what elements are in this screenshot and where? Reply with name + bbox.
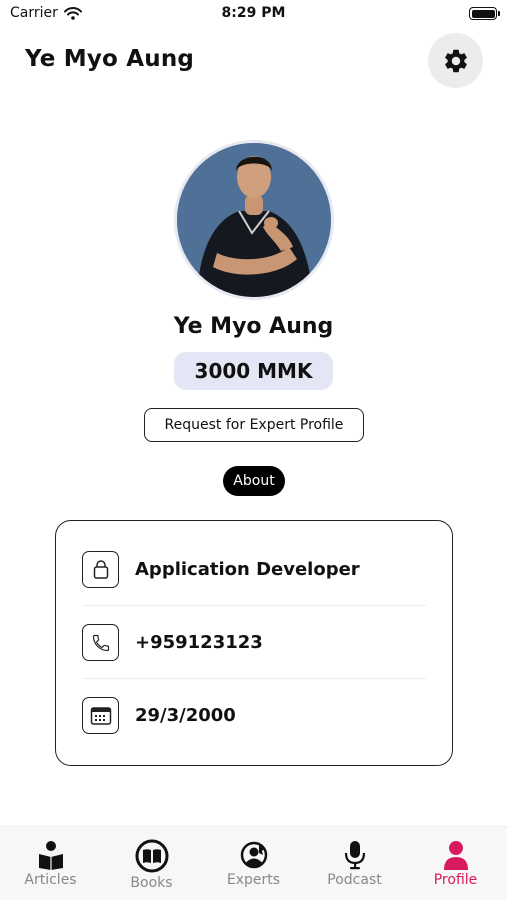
birthday-text: 29/3/2000 — [135, 705, 236, 726]
info-row-occupation: Application Developer — [82, 533, 426, 606]
page-title: Ye Myo Aung — [25, 46, 195, 72]
tab-label: Profile — [433, 872, 478, 888]
briefcase-icon — [82, 551, 119, 588]
about-tab[interactable]: About — [223, 466, 285, 496]
request-expert-profile-button[interactable]: Request for Expert Profile — [144, 408, 364, 442]
occupation-text: Application Developer — [135, 559, 360, 580]
tab-experts[interactable]: Experts — [203, 827, 304, 900]
status-time: 8:29 PM — [221, 5, 286, 21]
tab-profile[interactable]: Profile — [405, 827, 506, 900]
battery-icon — [469, 7, 500, 20]
settings-button[interactable] — [428, 33, 483, 88]
person-icon — [443, 841, 468, 870]
book-icon — [135, 839, 168, 873]
tab-articles[interactable]: Articles — [0, 827, 101, 900]
tab-podcast[interactable]: Podcast — [304, 827, 405, 900]
info-card: Application Developer +959123123 29/3/20… — [55, 520, 453, 766]
balance-badge: 3000 MMK — [174, 352, 333, 390]
info-row-birthday: 29/3/2000 — [82, 679, 426, 752]
reader-icon — [38, 841, 63, 870]
profile-name: Ye Myo Aung — [173, 314, 334, 339]
gear-icon — [444, 49, 467, 72]
microphone-icon — [344, 841, 365, 870]
status-bar: Carrier 8:29 PM — [0, 0, 507, 28]
tab-label: Articles — [24, 872, 77, 888]
tab-label: Experts — [226, 872, 281, 888]
tab-label: Podcast — [327, 872, 382, 888]
phone-icon — [82, 624, 119, 661]
calendar-icon — [82, 697, 119, 734]
expert-icon — [240, 841, 267, 869]
tab-books[interactable]: Books — [101, 827, 202, 900]
phone-text: +959123123 — [135, 632, 263, 653]
avatar[interactable] — [174, 140, 334, 300]
tab-label: Books — [130, 875, 173, 891]
info-row-phone: +959123123 — [82, 606, 426, 679]
bottom-tab-bar: Articles Books Experts Podcast Profile — [0, 826, 507, 900]
profile-photo — [177, 143, 331, 297]
